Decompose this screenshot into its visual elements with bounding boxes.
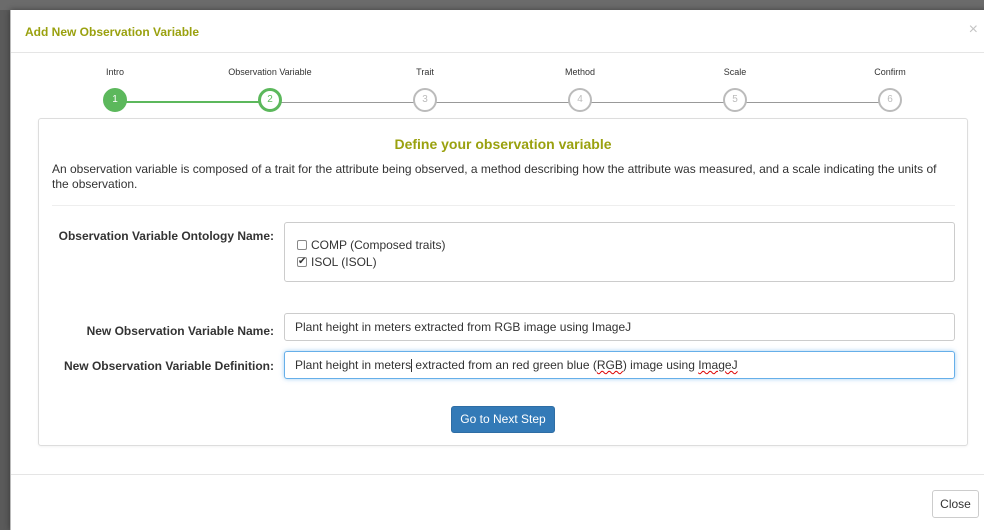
definition-text: ) image using: [622, 358, 699, 372]
panel-heading: Define your observation variable: [394, 136, 612, 152]
step-number: 1: [103, 88, 127, 112]
option-label: COMP (Composed traits): [311, 238, 446, 252]
define-variable-panel: Define your observation variable An obse…: [38, 118, 968, 446]
step-number: 5: [723, 88, 747, 112]
panel-description: An observation variable is composed of a…: [52, 162, 937, 191]
ontology-option-comp[interactable]: COMP (Composed traits): [297, 237, 445, 253]
step-label: Trait: [416, 67, 434, 77]
misspelled-word: ImageJ: [698, 358, 738, 372]
step-label: Scale: [723, 67, 747, 77]
wizard-step-scale[interactable]: Scale 5: [675, 65, 795, 112]
close-button[interactable]: Close: [932, 490, 979, 518]
step-label: Intro: [105, 67, 124, 77]
wizard-step-confirm[interactable]: Confirm 6: [830, 65, 950, 112]
wizard-step-intro[interactable]: Intro 1: [55, 65, 175, 112]
ontology-option-isol[interactable]: ISOL (ISOL): [297, 254, 377, 270]
ontology-checkbox-group: COMP (Composed traits) ISOL (ISOL): [284, 222, 955, 282]
checkbox-checked[interactable]: [297, 254, 307, 270]
checkbox-unchecked[interactable]: [297, 239, 307, 250]
misspelled-word: RGB: [596, 358, 623, 372]
wizard-step-method[interactable]: Method 4: [520, 65, 640, 112]
definition-text: extracted from an red green blue (: [412, 358, 597, 372]
wizard-progress: Intro 1 Observation Variable 2 Trait 3 M…: [11, 53, 984, 123]
option-label: ISOL (ISOL): [311, 255, 377, 269]
add-observation-variable-modal: Add New Observation Variable × Intro 1 O…: [10, 10, 984, 530]
ontology-name-label: Observation Variable Ontology Name:: [58, 229, 274, 243]
step-number: 3: [413, 88, 437, 112]
background-page-strip: [0, 0, 984, 10]
step-label: Confirm: [874, 67, 906, 77]
step-label: Observation Variable: [228, 67, 312, 77]
variable-definition-label: New Observation Variable Definition:: [63, 359, 274, 373]
variable-name-input[interactable]: Plant height in meters extracted from RG…: [284, 313, 955, 341]
definition-text: Plant height in meters: [295, 358, 412, 372]
variable-name-label: New Observation Variable Name:: [86, 324, 274, 338]
modal-title: Add New Observation Variable: [25, 25, 200, 39]
step-number: 2: [258, 88, 282, 112]
step-number: 4: [568, 88, 592, 112]
modal-header: Add New Observation Variable ×: [11, 10, 984, 53]
step-label: Method: [564, 67, 596, 77]
wizard-step-observation-variable[interactable]: Observation Variable 2: [210, 65, 330, 112]
close-icon[interactable]: ×: [969, 21, 978, 39]
variable-definition-input[interactable]: Plant height in meters extracted from an…: [284, 351, 955, 379]
modal-footer: Close: [11, 474, 984, 530]
wizard-step-trait[interactable]: Trait 3: [365, 65, 485, 112]
step-number: 6: [878, 88, 902, 112]
go-to-next-step-button[interactable]: Go to Next Step: [451, 406, 555, 433]
divider: [52, 205, 955, 206]
